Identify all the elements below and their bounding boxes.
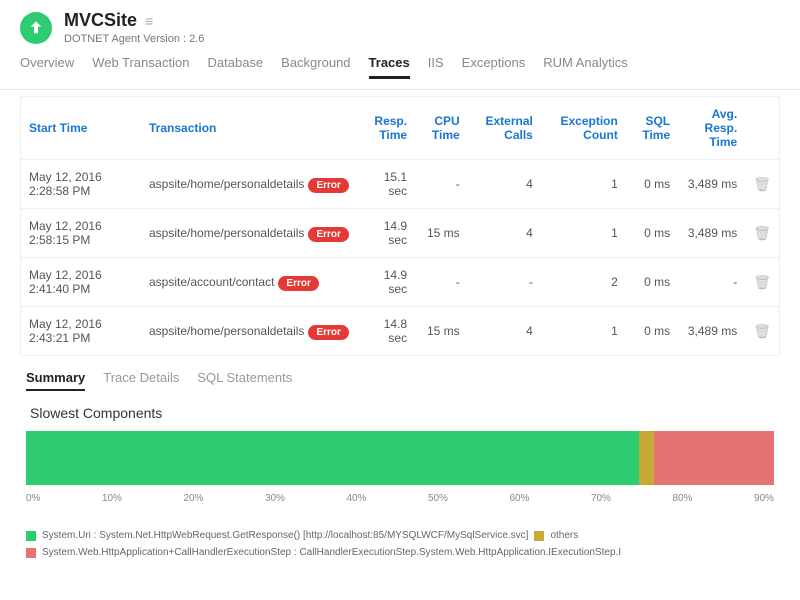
stacked-bar	[26, 431, 774, 485]
col-header[interactable]: External Calls	[468, 97, 541, 160]
nav-iis[interactable]: IIS	[428, 55, 444, 79]
nav-traces[interactable]: Traces	[369, 55, 410, 79]
nav-exceptions[interactable]: Exceptions	[462, 55, 526, 79]
delete-icon[interactable]: 🗑	[753, 323, 771, 339]
legend-swatch	[26, 531, 36, 541]
app-icon	[20, 12, 52, 44]
sub-tab-trace-details[interactable]: Trace Details	[103, 370, 179, 391]
tick-label: 30%	[265, 493, 285, 504]
tick-label: 80%	[672, 493, 692, 504]
nav-database[interactable]: Database	[208, 55, 264, 79]
nav-web-transaction[interactable]: Web Transaction	[92, 55, 189, 79]
page-title: MVCSite	[64, 10, 137, 31]
table-row[interactable]: May 12, 2016 2:41:40 PMaspsite/account/c…	[21, 258, 779, 307]
legend-swatch	[534, 531, 544, 541]
delete-icon[interactable]: 🗑	[753, 225, 771, 241]
legend-label: System.Web.HttpApplication+CallHandlerEx…	[42, 547, 621, 558]
error-badge: Error	[278, 276, 318, 291]
tick-label: 0%	[26, 493, 40, 504]
transaction-name: aspsite/home/personaldetails	[149, 177, 304, 191]
traces-table: Start TimeTransactionResp. TimeCPU TimeE…	[21, 97, 779, 355]
chart-title: Slowest Components	[0, 401, 800, 431]
bar-segment	[639, 431, 654, 485]
legend-swatch	[26, 548, 36, 558]
error-badge: Error	[308, 178, 348, 193]
tick-label: 40%	[346, 493, 366, 504]
tick-label: 60%	[509, 493, 529, 504]
error-badge: Error	[308, 227, 348, 242]
col-header[interactable]: SQL Time	[626, 97, 678, 160]
sub-tab-sql-statements[interactable]: SQL Statements	[197, 370, 292, 391]
agent-version: DOTNET Agent Version : 2.6	[64, 33, 204, 45]
col-header[interactable]: Avg. Resp. Time	[678, 97, 745, 160]
legend-label: others	[550, 530, 578, 541]
legend-label: System.Uri : System.Net.HttpWebRequest.G…	[42, 530, 528, 541]
tick-label: 20%	[183, 493, 203, 504]
table-row[interactable]: May 12, 2016 2:28:58 PMaspsite/home/pers…	[21, 160, 779, 209]
tick-label: 70%	[591, 493, 611, 504]
transaction-name: aspsite/home/personaldetails	[149, 324, 304, 338]
bar-segment	[654, 431, 774, 485]
table-row[interactable]: May 12, 2016 2:58:15 PMaspsite/home/pers…	[21, 209, 779, 258]
transaction-name: aspsite/account/contact	[149, 275, 274, 289]
sub-tab-summary[interactable]: Summary	[26, 370, 85, 391]
x-axis-ticks: 0% 10% 20% 30% 40% 50% 60% 70% 80% 90%	[26, 493, 774, 504]
chart-area: 0% 10% 20% 30% 40% 50% 60% 70% 80% 90%	[0, 431, 800, 520]
col-header[interactable]: Exception Count	[541, 97, 626, 160]
tick-label: 10%	[102, 493, 122, 504]
col-header[interactable]: Resp. Time	[357, 97, 415, 160]
nav-background[interactable]: Background	[281, 55, 350, 79]
col-header[interactable]: Start Time	[21, 97, 141, 160]
tick-label: 50%	[428, 493, 448, 504]
menu-icon[interactable]: ≡	[145, 13, 153, 29]
col-header[interactable]: Transaction	[141, 97, 357, 160]
error-badge: Error	[308, 325, 348, 340]
tick-label: 90%	[754, 493, 774, 504]
delete-icon[interactable]: 🗑	[753, 274, 771, 290]
nav-overview[interactable]: Overview	[20, 55, 74, 79]
traces-table-panel: Start TimeTransactionResp. TimeCPU TimeE…	[20, 96, 780, 356]
delete-icon[interactable]: 🗑	[753, 176, 771, 192]
sub-tabs: Summary Trace Details SQL Statements	[0, 356, 800, 401]
table-row[interactable]: May 12, 2016 2:43:21 PMaspsite/home/pers…	[21, 307, 779, 356]
bar-segment	[26, 431, 639, 485]
transaction-name: aspsite/home/personaldetails	[149, 226, 304, 240]
nav-rum-analytics[interactable]: RUM Analytics	[543, 55, 628, 79]
main-nav: Overview Web Transaction Database Backgroun…	[0, 49, 800, 90]
chart-legend: System.Uri : System.Net.HttpWebRequest.G…	[0, 520, 800, 574]
col-header[interactable]: CPU Time	[415, 97, 468, 160]
